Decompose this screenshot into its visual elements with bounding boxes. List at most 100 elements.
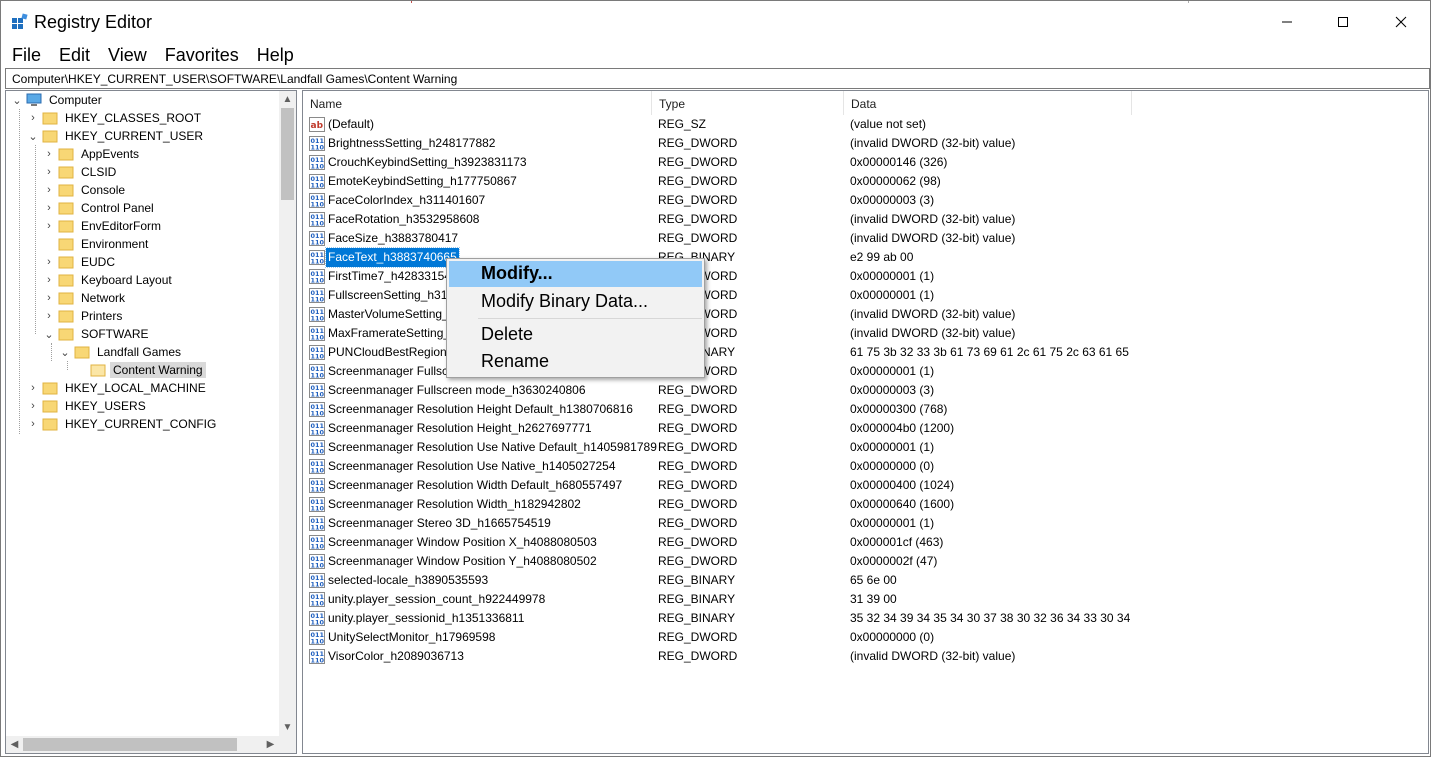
tree-item-hkey-users[interactable]: › HKEY_USERS xyxy=(26,397,149,415)
tree-item-landfall-games[interactable]: ⌄ Landfall Games xyxy=(58,343,184,361)
value-row[interactable]: 011 110 Screenmanager Resolution Use Nativ… xyxy=(303,438,1133,457)
tree-item-enveditorform[interactable]: › EnvEditorForm xyxy=(42,217,164,235)
tree-item-software[interactable]: ⌄ SOFTWARE xyxy=(42,325,152,343)
tree-label: Computer xyxy=(49,93,102,107)
value-row[interactable]: 011 110 FaceColorIndex_h311401607 REG_DWORD… xyxy=(303,191,1133,210)
chevron-right-icon[interactable]: › xyxy=(26,109,40,127)
value-row[interactable]: 011 110 Screenmanager Resolution Height De… xyxy=(303,400,1133,419)
value-row[interactable]: 011110PUNCloudBestRegion_REG_BINARY61 75… xyxy=(303,343,1133,362)
key-tree[interactable]: ⌄ Computer › HKEY_CLASSES_ROOT ⌄ HKEY_CU… xyxy=(5,90,297,754)
scroll-thumb[interactable] xyxy=(281,108,294,200)
value-row[interactable]: 011 110 Screenmanager Window Position Y_h4… xyxy=(303,552,1133,571)
tree-label: Printers xyxy=(81,309,123,323)
tree-item-clsid[interactable]: › CLSID xyxy=(42,163,119,181)
svg-text:110: 110 xyxy=(311,334,325,342)
menu-help[interactable]: Help xyxy=(247,43,302,67)
value-data: 0x00000001 (1) xyxy=(850,364,935,378)
value-row[interactable]: 011 110 FaceText_h3883740665 REG_BINARY e2 9… xyxy=(303,247,1133,268)
column-header-name[interactable]: Name xyxy=(303,91,652,115)
chevron-right-icon[interactable]: › xyxy=(42,289,56,307)
value-name: unity.player_session_count_h922449978 xyxy=(328,592,546,606)
tree-item-printers[interactable]: › Printers xyxy=(42,307,125,325)
tree-item-hkey-current-config[interactable]: › HKEY_CURRENT_CONFIG xyxy=(26,415,219,433)
context-menu-delete[interactable]: Delete xyxy=(449,322,702,348)
chevron-down-icon[interactable]: ⌄ xyxy=(26,127,40,145)
tree-item-environment[interactable]: Environment xyxy=(42,235,151,253)
value-row[interactable]: 011110FirstTime7_h428331542REG_DWORD0x00… xyxy=(303,267,1133,286)
value-row[interactable]: 011 110 Screenmanager Resolution Width Def… xyxy=(303,476,1133,495)
tree-horizontal-scrollbar[interactable]: ◀ ▶ xyxy=(6,736,279,753)
chevron-right-icon[interactable]: › xyxy=(42,271,56,289)
scroll-thumb[interactable] xyxy=(23,738,237,751)
tree-item-keyboard-layout[interactable]: › Keyboard Layout xyxy=(42,271,175,289)
chevron-right-icon[interactable]: › xyxy=(42,217,56,235)
value-row[interactable]: 011110MasterVolumeSetting_REG_DWORD(inva… xyxy=(303,305,1133,324)
scroll-left-icon[interactable]: ◀ xyxy=(6,736,23,753)
value-row[interactable]: 011 110 VisorColor_h2089036713 REG_DWORD (in… xyxy=(303,647,1133,666)
context-menu-modify[interactable]: Modify... xyxy=(449,261,702,287)
scroll-up-icon[interactable]: ▲ xyxy=(279,91,296,108)
maximize-button[interactable] xyxy=(1314,1,1372,43)
chevron-right-icon[interactable]: › xyxy=(42,145,56,163)
value-row[interactable]: 011 110 FaceSize_h3883780417 REG_DWORD (inva… xyxy=(303,229,1133,248)
tree-item-eudc[interactable]: › EUDC xyxy=(42,253,118,271)
value-row[interactable]: 011 110 Screenmanager Resolution Height_h2… xyxy=(303,419,1133,438)
value-row[interactable]: 011110MaxFramerateSetting_REG_DWORD(inva… xyxy=(303,324,1133,343)
chevron-right-icon[interactable]: › xyxy=(26,415,40,433)
tree-item-appevents[interactable]: › AppEvents xyxy=(42,145,142,163)
context-menu-modify-binary[interactable]: Modify Binary Data... xyxy=(449,289,702,315)
scroll-down-icon[interactable]: ▼ xyxy=(279,719,296,736)
chevron-right-icon[interactable]: › xyxy=(42,253,56,271)
menu-view[interactable]: View xyxy=(98,43,155,67)
value-row[interactable]: 011 110 Screenmanager Resolution Use Nativ… xyxy=(303,457,1133,476)
tree-item-content-warning[interactable]: Content Warning xyxy=(74,361,206,379)
value-row[interactable]: 011 110 Screenmanager Stereo 3D_h166575451… xyxy=(303,514,1133,533)
value-row[interactable]: 011110FullscreenSetting_h317REG_DWORD0x0… xyxy=(303,286,1133,305)
value-row[interactable]: 011 110 unity.player_sessionid_h1351336811… xyxy=(303,609,1133,628)
chevron-down-icon[interactable]: ⌄ xyxy=(58,343,72,361)
column-header-type[interactable]: Type xyxy=(652,91,844,115)
value-row[interactable]: 011 110 Screenmanager Fullscreen mode_h363… xyxy=(303,381,1133,400)
chevron-right-icon[interactable]: › xyxy=(42,199,56,217)
value-name: FaceRotation_h3532958608 xyxy=(328,212,480,226)
chevron-right-icon[interactable]: › xyxy=(42,181,56,199)
tree-item-control-panel[interactable]: › Control Panel xyxy=(42,199,157,217)
scroll-right-icon[interactable]: ▶ xyxy=(262,736,279,753)
value-row[interactable]: 011110Screenmanager FullscrREG_DWORD0x00… xyxy=(303,362,1133,381)
chevron-right-icon[interactable]: › xyxy=(42,163,56,181)
tree-item-hkey-current-user[interactable]: ⌄ HKEY_CURRENT_USER xyxy=(26,127,206,145)
value-row[interactable]: 011 110 selected-locale_h3890535593 REG_BIN… xyxy=(303,571,1133,590)
value-row[interactable]: 011 110 BrightnessSetting_h248177882 REG_DW… xyxy=(303,134,1133,153)
tree-item-console[interactable]: › Console xyxy=(42,181,128,199)
tree-item-hkey-classes-root[interactable]: › HKEY_CLASSES_ROOT xyxy=(26,109,204,127)
tree-label: SOFTWARE xyxy=(81,327,149,341)
menu-file[interactable]: File xyxy=(1,43,49,67)
value-row[interactable]: 011 110 UnitySelectMonitor_h17969598 REG_DW… xyxy=(303,628,1133,647)
close-button[interactable] xyxy=(1372,1,1430,43)
tree-item-hkey-local-machine[interactable]: › HKEY_LOCAL_MACHINE xyxy=(26,379,209,397)
value-name: FirstTime7_h428331542 xyxy=(328,269,458,283)
value-row[interactable]: 011 110 EmoteKeybindSetting_h177750867 REG_… xyxy=(303,172,1133,191)
value-list[interactable]: Name Type Data ab (Default) REG_SZ (value n… xyxy=(302,90,1429,754)
value-row[interactable]: 011 110 Screenmanager Window Position X_h4… xyxy=(303,533,1133,552)
tree-item-network[interactable]: › Network xyxy=(42,289,128,307)
menu-edit[interactable]: Edit xyxy=(49,43,98,67)
value-row[interactable]: 011 110 unity.player_session_count_h922449… xyxy=(303,590,1133,609)
title-bar[interactable]: Registry Editor xyxy=(1,1,1430,43)
chevron-right-icon[interactable]: › xyxy=(42,307,56,325)
context-menu-rename[interactable]: Rename xyxy=(449,349,702,375)
chevron-down-icon[interactable]: ⌄ xyxy=(10,91,24,109)
value-row[interactable]: 011 110 Screenmanager Resolution Width_h18… xyxy=(303,495,1133,514)
chevron-right-icon[interactable]: › xyxy=(26,397,40,415)
column-header-data[interactable]: Data xyxy=(844,91,1132,115)
chevron-right-icon[interactable]: › xyxy=(26,379,40,397)
minimize-button[interactable] xyxy=(1258,1,1316,43)
menu-favorites[interactable]: Favorites xyxy=(155,43,247,67)
chevron-down-icon[interactable]: ⌄ xyxy=(42,325,56,343)
value-row[interactable]: 011 110 FaceRotation_h3532958608 REG_DWORD (… xyxy=(303,210,1133,229)
value-row[interactable]: ab (Default) REG_SZ (value not set) xyxy=(303,115,1133,134)
value-row[interactable]: 011 110 CrouchKeybindSetting_h3923831173 RE… xyxy=(303,153,1133,172)
tree-vertical-scrollbar[interactable]: ▲ ▼ xyxy=(279,91,296,736)
address-bar[interactable]: Computer\HKEY_CURRENT_USER\SOFTWARE\Land… xyxy=(5,68,1430,89)
tree-item-computer[interactable]: ⌄ Computer xyxy=(10,91,105,109)
